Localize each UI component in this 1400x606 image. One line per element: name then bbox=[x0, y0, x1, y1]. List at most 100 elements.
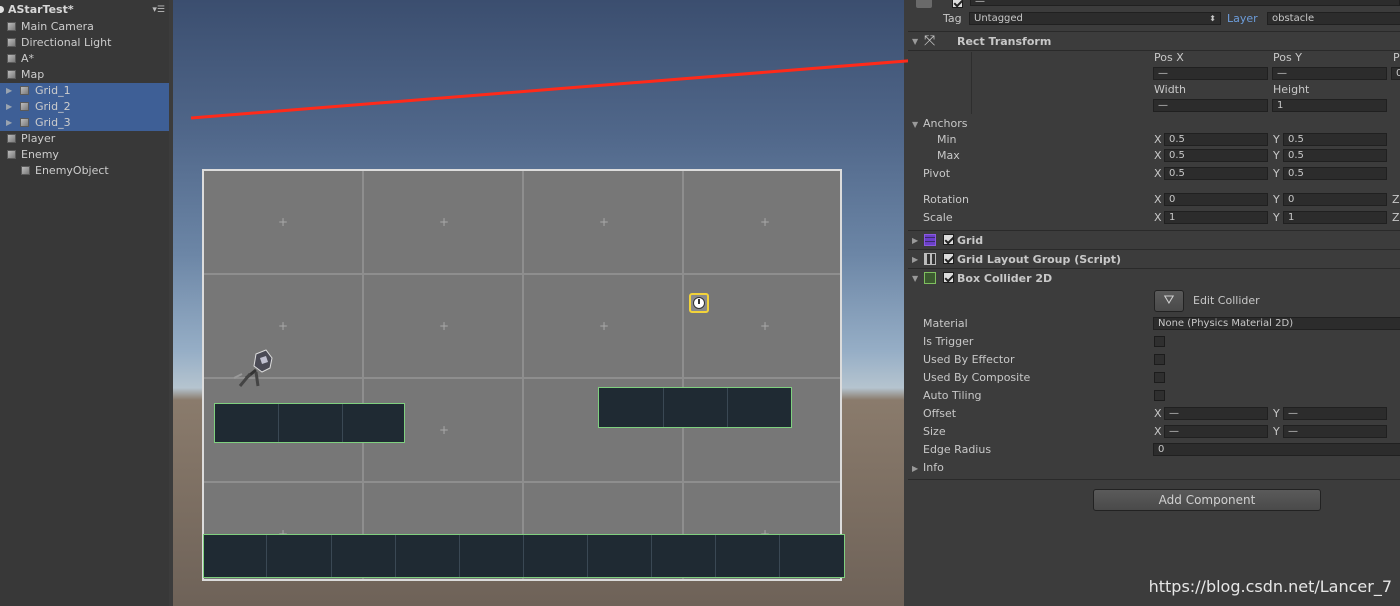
anchor-max-label: Max bbox=[937, 149, 960, 162]
hierarchy-item-label: EnemyObject bbox=[35, 164, 109, 177]
add-component-button[interactable]: Add Component bbox=[1093, 489, 1321, 511]
anchor-max-x-field[interactable]: 0.5 bbox=[1164, 149, 1268, 162]
cell-center-marker: + bbox=[439, 423, 450, 437]
info-label: Info bbox=[923, 461, 944, 474]
expand-arrow-icon[interactable]: ▶ bbox=[912, 464, 918, 473]
anchor-preset-button[interactable] bbox=[923, 52, 972, 114]
collapse-arrow-icon[interactable]: ▼ bbox=[912, 37, 918, 46]
edge-radius-field[interactable]: 0 bbox=[1153, 443, 1400, 456]
width-label: Width bbox=[1154, 83, 1186, 96]
hierarchy-item-grid-3[interactable]: ▶ Grid_3 bbox=[0, 115, 169, 131]
platform-grid-3[interactable] bbox=[203, 534, 845, 578]
height-field[interactable]: 1 bbox=[1272, 99, 1387, 112]
tag-dropdown[interactable]: Untagged ⬍ bbox=[969, 12, 1221, 25]
expand-arrow-icon[interactable]: ▶ bbox=[912, 236, 918, 245]
active-checkbox[interactable] bbox=[952, 0, 963, 8]
anchor-min-x-field[interactable]: 0.5 bbox=[1164, 133, 1268, 146]
hierarchy-item-map[interactable]: Map bbox=[0, 67, 169, 83]
enemy-object-gizmo[interactable] bbox=[689, 293, 709, 313]
rotation-y-field[interactable]: 0 bbox=[1283, 193, 1387, 206]
hierarchy-item-label: Grid_1 bbox=[35, 84, 71, 97]
edit-collider-label: Edit Collider bbox=[1193, 294, 1260, 307]
anchor-min-y-field[interactable]: 0.5 bbox=[1283, 133, 1387, 146]
expand-arrow-icon[interactable]: ▶ bbox=[6, 83, 12, 99]
pos-z-field[interactable]: 0 bbox=[1391, 67, 1400, 80]
rotation-x-field[interactable]: 0 bbox=[1164, 193, 1268, 206]
used-by-composite-checkbox[interactable] bbox=[1154, 372, 1165, 383]
anchors-label: Anchors bbox=[923, 117, 968, 130]
gameobject-icon bbox=[21, 166, 30, 175]
y-letter: Y bbox=[1273, 425, 1280, 438]
hierarchy-item-directional-light[interactable]: Directional Light bbox=[0, 35, 169, 51]
pos-z-label: P bbox=[1393, 51, 1400, 64]
grid-enabled-checkbox[interactable] bbox=[943, 234, 954, 245]
size-x-field[interactable]: — bbox=[1164, 425, 1268, 438]
list-menu-icon[interactable]: ▾☰ bbox=[152, 2, 165, 18]
hierarchy-item-grid-2[interactable]: ▶ Grid_2 bbox=[0, 99, 169, 115]
tile-divider bbox=[395, 535, 396, 577]
gameobject-icon bbox=[916, 0, 932, 8]
z-letter: Z bbox=[1392, 211, 1400, 224]
grid-layout-enabled-checkbox[interactable] bbox=[943, 253, 954, 264]
hierarchy-item-grid-1[interactable]: ▶ Grid_1 bbox=[0, 83, 169, 99]
tile-divider bbox=[278, 404, 279, 442]
anchors-expand-icon[interactable]: ▼ bbox=[912, 120, 918, 129]
hierarchy-item-astar[interactable]: A* bbox=[0, 51, 169, 67]
expand-arrow-icon[interactable]: ▶ bbox=[6, 99, 12, 115]
gameobject-icon bbox=[7, 54, 16, 63]
gameobject-icon bbox=[7, 22, 16, 31]
x-letter: X bbox=[1154, 133, 1162, 146]
name-field[interactable]: — bbox=[970, 0, 1400, 6]
player-sprite[interactable] bbox=[226, 348, 278, 390]
hierarchy-item-label: Player bbox=[21, 132, 56, 145]
hierarchy-item-enemy[interactable]: Enemy bbox=[0, 147, 169, 163]
offset-y-field[interactable]: — bbox=[1283, 407, 1387, 420]
box-collider-enabled-checkbox[interactable] bbox=[943, 272, 954, 283]
size-y-field[interactable]: — bbox=[1283, 425, 1387, 438]
gameobject-icon bbox=[7, 70, 16, 79]
x-letter: X bbox=[1154, 407, 1162, 420]
used-by-effector-checkbox[interactable] bbox=[1154, 354, 1165, 365]
grid-layout-group-title: Grid Layout Group (Script) bbox=[957, 253, 1122, 266]
cell-center-marker: + bbox=[278, 215, 289, 229]
gameobject-icon bbox=[7, 150, 16, 159]
material-field[interactable]: None (Physics Material 2D) bbox=[1153, 317, 1400, 330]
cell-center-marker: + bbox=[599, 319, 610, 333]
expand-arrow-icon[interactable]: ▶ bbox=[6, 115, 12, 131]
edit-collider-button[interactable]: ⛛ bbox=[1154, 290, 1184, 312]
x-letter: X bbox=[1154, 211, 1162, 224]
grid-panel[interactable]: + + + + + + + + + + + bbox=[202, 169, 842, 581]
platform-grid-1[interactable] bbox=[214, 403, 405, 443]
gameobject-icon bbox=[20, 118, 29, 127]
is-trigger-checkbox[interactable] bbox=[1154, 336, 1165, 347]
layer-label: Layer bbox=[1227, 12, 1258, 25]
tile-divider bbox=[651, 535, 652, 577]
cell-center-marker: + bbox=[439, 319, 450, 333]
pos-x-field[interactable]: — bbox=[1153, 67, 1268, 80]
pivot-x-field[interactable]: 0.5 bbox=[1164, 167, 1268, 180]
y-letter: Y bbox=[1273, 407, 1280, 420]
expand-arrow-icon[interactable]: ▶ bbox=[912, 255, 918, 264]
cell-center-marker: + bbox=[760, 215, 771, 229]
hierarchy-item-main-camera[interactable]: Main Camera bbox=[0, 19, 169, 35]
scale-y-field[interactable]: 1 bbox=[1283, 211, 1387, 224]
hierarchy-item-player[interactable]: Player bbox=[0, 131, 169, 147]
pos-y-field[interactable]: — bbox=[1272, 67, 1387, 80]
used-by-effector-label: Used By Effector bbox=[923, 353, 1015, 366]
anchor-max-y-field[interactable]: 0.5 bbox=[1283, 149, 1387, 162]
box-collider-icon bbox=[924, 272, 936, 284]
y-letter: Y bbox=[1273, 211, 1280, 224]
grid-line bbox=[204, 377, 840, 379]
offset-x-field[interactable]: — bbox=[1164, 407, 1268, 420]
platform-grid-2[interactable] bbox=[598, 387, 792, 428]
auto-tiling-checkbox[interactable] bbox=[1154, 390, 1165, 401]
layer-dropdown[interactable]: obstacle bbox=[1267, 12, 1400, 25]
hierarchy-item-enemyobject[interactable]: EnemyObject bbox=[0, 163, 169, 179]
used-by-composite-label: Used By Composite bbox=[923, 371, 1031, 384]
hierarchy-item-label: Map bbox=[21, 68, 45, 81]
width-field[interactable]: — bbox=[1153, 99, 1268, 112]
pivot-y-field[interactable]: 0.5 bbox=[1283, 167, 1387, 180]
scale-x-field[interactable]: 1 bbox=[1164, 211, 1268, 224]
collapse-arrow-icon[interactable]: ▼ bbox=[912, 274, 918, 283]
scene-header[interactable]: AStarTest* ▾☰ bbox=[0, 2, 169, 18]
